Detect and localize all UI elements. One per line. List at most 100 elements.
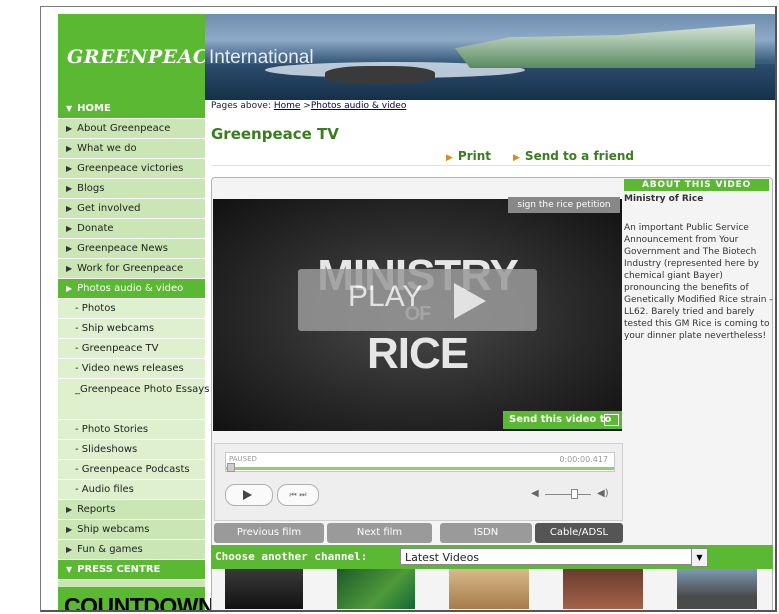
skip-forward-icon: ⏭ xyxy=(299,490,307,499)
countdown-banner[interactable]: COUNTDOWN xyxy=(58,587,215,610)
progress-handle[interactable] xyxy=(227,463,235,472)
skip-buttons[interactable]: ⏮ ⏭ xyxy=(277,484,319,506)
sidebar-item-label: Greenpeace victories xyxy=(77,163,184,174)
arrow-right-icon: ▶ xyxy=(446,153,453,163)
breadcrumb-section-link[interactable]: Photos audio & video xyxy=(311,101,406,111)
next-film-button[interactable]: Next film xyxy=(327,523,432,543)
sidebar-item[interactable]: - Video news releases xyxy=(58,359,205,379)
video-thumbnail[interactable] xyxy=(677,569,757,609)
arrow-right-icon: ▶ xyxy=(66,164,73,173)
video-thumbnail[interactable] xyxy=(449,569,529,609)
sidebar-item[interactable]: ▶ Fun & games xyxy=(58,540,205,560)
controls-play-button[interactable] xyxy=(225,484,273,506)
sidebar-item[interactable]: ▼ HOME xyxy=(58,99,205,119)
sidebar-item[interactable]: ▶ Blogs xyxy=(58,179,205,199)
sidebar-item[interactable]: - Ship webcams xyxy=(58,319,205,339)
sidebar-item[interactable]: ▼ PRESS CENTRE xyxy=(58,560,205,580)
bullet-icon: - xyxy=(75,444,82,455)
sidebar-item[interactable]: - Photo Stories xyxy=(58,420,205,440)
player-status: PAUSED xyxy=(229,455,257,463)
envelope-icon xyxy=(604,414,619,426)
sidebar-item[interactable]: ▶ About Greenpeace xyxy=(58,119,205,139)
send-video-label: Send this video to xyxy=(509,414,612,425)
arrow-right-icon: ▶ xyxy=(66,244,73,253)
greenpeace-logo[interactable]: GREENPEACE xyxy=(58,14,223,100)
about-heading: ABOUT THIS VIDEO xyxy=(624,179,769,191)
countdown-label: COUNTDOWN xyxy=(64,593,215,612)
volume-high-icon: ◀) xyxy=(597,488,609,499)
sidebar-item-label: HOME xyxy=(77,103,111,114)
cable-adsl-button[interactable]: Cable/ADSL xyxy=(535,523,623,543)
breadcrumb: Pages above: Home >Photos audio & video xyxy=(211,101,406,111)
sidebar-item-label: Audio files xyxy=(81,484,134,495)
chevron-down-icon[interactable]: ▼ xyxy=(691,548,708,567)
print-link[interactable]: ▶ Print xyxy=(446,149,491,163)
sidebar-item[interactable]: ▶ Photos audio & video xyxy=(58,279,205,299)
bullet-icon: - xyxy=(75,464,82,475)
sidebar-item[interactable]: - Photos xyxy=(58,299,205,319)
player-controls: PAUSED 0:00:00.417 ⏮ ⏭ ◀ ◀) xyxy=(214,443,623,521)
sidebar-item[interactable]: _Greenpeace Photo Essays xyxy=(58,379,209,420)
arrow-right-icon: ▶ xyxy=(66,184,73,193)
sidebar-item-label: Greenpeace News xyxy=(77,243,168,254)
arrow-right-icon: ▶ xyxy=(513,153,520,163)
sidebar-item-label: Donate xyxy=(77,223,114,234)
banner-boat xyxy=(325,66,435,84)
sidebar-item-label: Slideshows xyxy=(81,444,138,455)
sidebar-item-label: Ship webcams xyxy=(77,524,150,535)
arrow-right-icon: ▶ xyxy=(66,144,73,153)
isdn-button[interactable]: ISDN xyxy=(440,523,532,543)
sidebar-item-label: Fun & games xyxy=(77,544,143,555)
sidebar-item-label: Reports xyxy=(77,504,116,515)
play-label: PLAY xyxy=(348,280,423,313)
volume-handle[interactable] xyxy=(571,489,578,499)
send-video-button[interactable]: Send this video to xyxy=(503,411,622,429)
sidebar-item[interactable]: ▶ Get involved xyxy=(58,199,205,219)
rice-petition-link[interactable]: sign the rice petition xyxy=(508,197,620,213)
sidebar-item-label: Greenpeace Photo Essays xyxy=(80,384,210,395)
sidebar-item[interactable]: ▶ Greenpeace victories xyxy=(58,159,205,179)
sidebar-item[interactable]: - Greenpeace TV xyxy=(58,339,205,359)
play-icon xyxy=(243,490,252,500)
previous-film-button[interactable]: Previous film xyxy=(214,523,324,543)
bullet-icon: - xyxy=(75,323,82,334)
sidebar-item-label: Blogs xyxy=(77,183,105,194)
sidebar-item[interactable]: - Slideshows xyxy=(58,440,205,460)
play-icon xyxy=(454,283,486,319)
channel-label: Choose another channel: xyxy=(215,550,368,563)
channel-select[interactable]: Latest Videos ▼ xyxy=(400,548,708,567)
sidebar-item[interactable]: ▶ Donate xyxy=(58,219,205,239)
arrow-right-icon: ▶ xyxy=(66,525,73,534)
arrow-right-icon: ▶ xyxy=(66,545,73,554)
breadcrumb-separator: > xyxy=(303,101,311,111)
bullet-icon: - xyxy=(75,424,82,435)
video-thumbnail[interactable] xyxy=(563,569,643,609)
banner-title: International xyxy=(209,47,314,68)
player-time: 0:00:00.417 xyxy=(559,455,608,464)
play-button[interactable]: PLAY xyxy=(298,269,537,331)
breadcrumb-prefix: Pages above: xyxy=(211,101,271,111)
sidebar-item[interactable]: - Audio files xyxy=(58,480,205,500)
sidebar-item[interactable]: ▶ Reports xyxy=(58,500,205,520)
sidebar-item-label: What we do xyxy=(77,143,137,154)
sidebar-item[interactable]: - Greenpeace Podcasts xyxy=(58,460,205,480)
sidebar-item-label: Photo Stories xyxy=(81,424,149,435)
progress-bar[interactable]: PAUSED 0:00:00.417 xyxy=(225,452,615,472)
volume-control[interactable]: ◀ ◀) xyxy=(531,488,609,499)
breadcrumb-home-link[interactable]: Home xyxy=(274,101,301,111)
video-title-line3: RICE xyxy=(366,329,469,378)
video-thumbnail[interactable] xyxy=(337,569,415,609)
chevron-down-icon: ▼ xyxy=(66,565,73,574)
sidebar-item[interactable]: ▶ Work for Greenpeace xyxy=(58,259,205,279)
sidebar-item[interactable]: ▶ Ship webcams xyxy=(58,520,205,540)
page-title: Greenpeace TV xyxy=(211,125,339,143)
bullet-icon: - xyxy=(75,484,82,495)
page-frame: GREENPEACE International ▼ HOME ▶ About Gre… xyxy=(40,6,777,612)
channel-bar: Choose another channel: Latest Videos ▼ xyxy=(211,545,773,569)
bullet-icon: - xyxy=(75,303,82,314)
sidebar-item[interactable]: ▶ Greenpeace News xyxy=(58,239,205,259)
sidebar-item[interactable]: ▶ What we do xyxy=(58,139,205,159)
video-thumbnail[interactable] xyxy=(225,569,303,609)
about-description: An important Public Service Announcement… xyxy=(624,223,773,341)
send-to-friend-link[interactable]: ▶ Send to a friend xyxy=(513,149,634,163)
